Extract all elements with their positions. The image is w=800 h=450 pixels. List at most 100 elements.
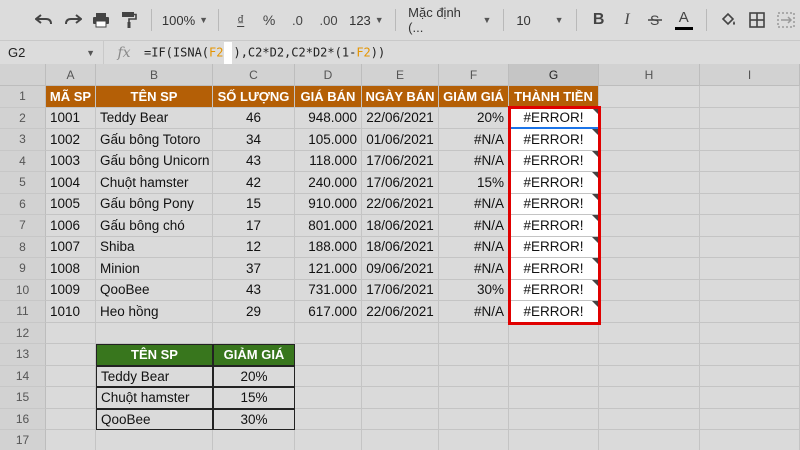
row-header-2[interactable]: 2: [0, 107, 46, 129]
grid-cell[interactable]: [509, 344, 599, 366]
currency-format-button[interactable]: ₫: [227, 6, 255, 34]
grid-cell[interactable]: [700, 86, 800, 108]
table-cell[interactable]: 1001: [46, 107, 96, 129]
grid-cell[interactable]: [295, 322, 362, 344]
grid-cell[interactable]: [46, 344, 96, 366]
grid-cell[interactable]: [509, 322, 599, 344]
column-header-g[interactable]: G: [509, 64, 599, 86]
table-cell[interactable]: 18/06/2021: [362, 215, 439, 237]
table-cell[interactable]: 1008: [46, 258, 96, 280]
table-cell[interactable]: 34: [213, 129, 295, 151]
grid-cell[interactable]: [509, 387, 599, 409]
grid-cell[interactable]: [509, 365, 599, 387]
number-format-select[interactable]: 123 ▼: [346, 6, 388, 34]
error-cell[interactable]: #ERROR!: [509, 172, 599, 194]
grid-cell[interactable]: [439, 387, 509, 409]
lookup-cell[interactable]: 20%: [213, 365, 295, 387]
error-cell[interactable]: #ERROR!: [509, 129, 599, 151]
grid-cell[interactable]: [295, 408, 362, 430]
table-cell[interactable]: 15%: [439, 172, 509, 194]
strikethrough-icon[interactable]: S: [641, 6, 669, 34]
error-cell[interactable]: #ERROR!: [509, 150, 599, 172]
grid-cell[interactable]: [599, 86, 700, 108]
table-cell[interactable]: 17: [213, 215, 295, 237]
grid-cell[interactable]: [599, 322, 700, 344]
table-cell[interactable]: 42: [213, 172, 295, 194]
row-header-5[interactable]: 5: [0, 172, 46, 194]
table-cell[interactable]: 1009: [46, 279, 96, 301]
grid-cell[interactable]: [599, 258, 700, 280]
grid-cell[interactable]: [362, 408, 439, 430]
grid-cell[interactable]: [700, 215, 800, 237]
table-cell[interactable]: #N/A: [439, 129, 509, 151]
redo-icon[interactable]: [58, 6, 86, 34]
table-cell[interactable]: Minion: [96, 258, 213, 280]
grid-cell[interactable]: [700, 236, 800, 258]
column-header-e[interactable]: E: [362, 64, 439, 86]
table-cell[interactable]: #N/A: [439, 258, 509, 280]
row-header-15[interactable]: 15: [0, 387, 46, 409]
name-box[interactable]: G2 ▼: [0, 40, 104, 65]
error-cell[interactable]: #ERROR!: [509, 236, 599, 258]
table-cell[interactable]: 121.000: [295, 258, 362, 280]
grid-cell[interactable]: [700, 129, 800, 151]
table-cell[interactable]: #N/A: [439, 236, 509, 258]
grid-cell[interactable]: [700, 279, 800, 301]
column-header-i[interactable]: I: [700, 64, 800, 86]
table-cell[interactable]: 43: [213, 150, 295, 172]
table-cell[interactable]: 617.000: [295, 301, 362, 323]
lookup-cell[interactable]: 30%: [213, 408, 295, 430]
table-cell[interactable]: 188.000: [295, 236, 362, 258]
text-color-button[interactable]: A: [670, 6, 698, 34]
table-cell[interactable]: 17/06/2021: [362, 172, 439, 194]
table-cell[interactable]: 09/06/2021: [362, 258, 439, 280]
error-cell[interactable]: #ERROR!: [509, 107, 599, 129]
table-cell[interactable]: 910.000: [295, 193, 362, 215]
table-cell[interactable]: 240.000: [295, 172, 362, 194]
table-cell[interactable]: 948.000: [295, 107, 362, 129]
lookup-header-cell[interactable]: GIẢM GIÁ: [213, 344, 295, 366]
grid-cell[interactable]: [700, 408, 800, 430]
error-cell[interactable]: #ERROR!: [509, 301, 599, 323]
row-header-10[interactable]: 10: [0, 279, 46, 301]
grid-cell[interactable]: [599, 172, 700, 194]
grid-cell[interactable]: [96, 322, 213, 344]
table-cell[interactable]: 118.000: [295, 150, 362, 172]
table-cell[interactable]: Heo hồng: [96, 301, 213, 323]
table-cell[interactable]: 37: [213, 258, 295, 280]
table-cell[interactable]: 1006: [46, 215, 96, 237]
grid-cell[interactable]: [295, 387, 362, 409]
grid-cell[interactable]: [96, 430, 213, 450]
grid-cell[interactable]: [599, 193, 700, 215]
grid-cell[interactable]: [700, 430, 800, 450]
row-header-11[interactable]: 11: [0, 301, 46, 323]
grid-cell[interactable]: [362, 322, 439, 344]
grid-cell[interactable]: [295, 344, 362, 366]
error-cell[interactable]: #ERROR!: [509, 279, 599, 301]
merge-cells-icon[interactable]: [772, 6, 800, 34]
grid-cell[interactable]: [362, 387, 439, 409]
table-cell[interactable]: QooBee: [96, 279, 213, 301]
table-cell[interactable]: 46: [213, 107, 295, 129]
grid-cell[interactable]: [599, 215, 700, 237]
table-cell[interactable]: Shiba: [96, 236, 213, 258]
grid-cell[interactable]: [599, 129, 700, 151]
table-cell[interactable]: 105.000: [295, 129, 362, 151]
font-family-select[interactable]: Mặc định (... ▼: [404, 5, 495, 35]
grid-cell[interactable]: [295, 365, 362, 387]
table-cell[interactable]: 22/06/2021: [362, 301, 439, 323]
table-cell[interactable]: 18/06/2021: [362, 236, 439, 258]
row-header-17[interactable]: 17: [0, 430, 46, 450]
fill-color-icon[interactable]: [715, 6, 743, 34]
grid-cell[interactable]: [46, 322, 96, 344]
grid-cell[interactable]: [599, 279, 700, 301]
grid-cell[interactable]: [700, 365, 800, 387]
column-header-c[interactable]: C: [213, 64, 295, 86]
row-header-14[interactable]: 14: [0, 365, 46, 387]
zoom-select[interactable]: 100% ▼: [160, 6, 209, 34]
table-header-cell[interactable]: SỐ LƯỢNG: [213, 86, 295, 108]
row-header-13[interactable]: 13: [0, 344, 46, 366]
table-cell[interactable]: 1007: [46, 236, 96, 258]
error-cell[interactable]: #ERROR!: [509, 258, 599, 280]
grid-cell[interactable]: [700, 344, 800, 366]
